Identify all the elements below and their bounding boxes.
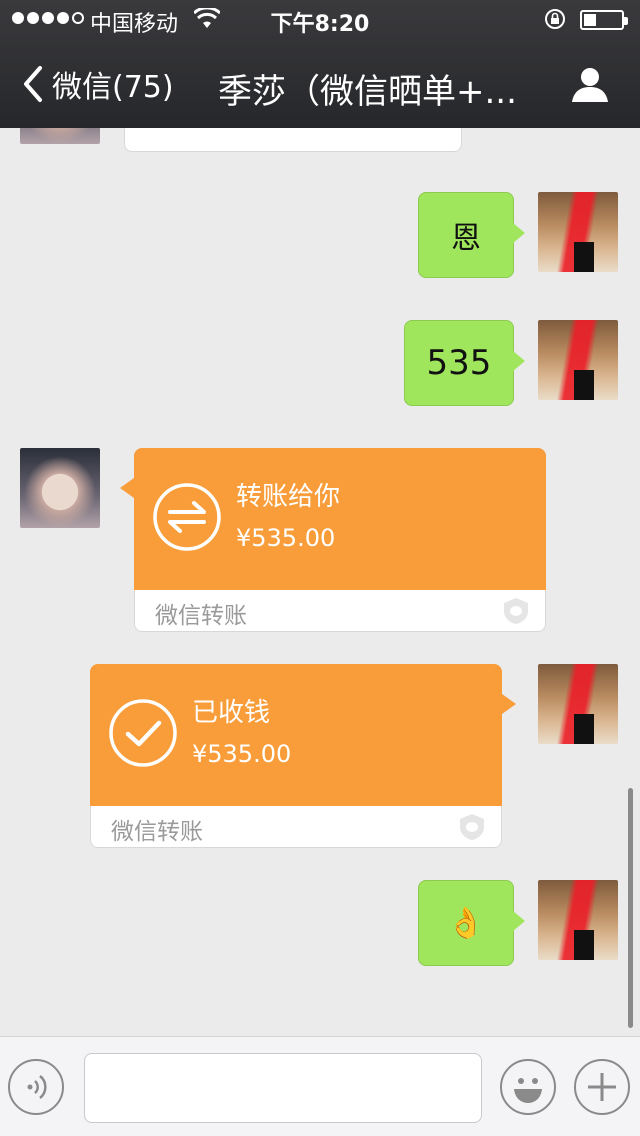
message-text-input[interactable] (84, 1053, 482, 1123)
ok-hand-emoji: 👌 (447, 905, 485, 941)
contact-avatar[interactable] (20, 128, 100, 144)
my-avatar[interactable] (538, 192, 618, 272)
transfer-arrows-icon (153, 483, 221, 551)
rotation-lock-icon (545, 9, 565, 29)
emoji-button[interactable] (500, 1059, 556, 1115)
chat-title: 季莎（微信晒单+... (218, 72, 517, 106)
message-bubble[interactable]: 535 (404, 320, 525, 406)
transfer-footer-label: 微信转账 (155, 603, 247, 629)
previous-message-card[interactable] (124, 128, 462, 152)
bubble-tail (513, 223, 525, 243)
back-button[interactable]: 微信(75) (18, 64, 174, 105)
checkmark-icon (109, 699, 177, 767)
chevron-left-icon (24, 66, 42, 102)
status-bar: 中国移动 下午8:20 (0, 0, 640, 40)
message-input-bar (0, 1036, 640, 1136)
wechat-pay-shield-icon (504, 598, 528, 624)
chat-area[interactable]: 恩 535 转账给你 ¥535.00 微信转账 已收钱 ¥535.00 微信转账… (0, 128, 640, 1036)
transfer-amount: ¥535.00 (236, 524, 336, 552)
chat-scrollbar[interactable] (628, 788, 633, 1028)
message-text: 恩 (451, 221, 481, 256)
top-bar: 中国移动 下午8:20 微信(75) 季莎（微信晒单+... (0, 0, 640, 128)
voice-icon (27, 1075, 47, 1099)
battery-icon (580, 10, 628, 30)
bubble-tail (513, 911, 525, 931)
message-bubble[interactable]: 恩 (418, 192, 525, 278)
contact-avatar[interactable] (20, 448, 100, 528)
navigation-bar: 微信(75) 季莎（微信晒单+... (0, 40, 640, 128)
my-avatar[interactable] (538, 320, 618, 400)
more-options-button[interactable] (574, 1059, 630, 1115)
smiley-icon (514, 1078, 542, 1103)
bubble-tail (120, 478, 134, 498)
transfer-title: 已收钱 (192, 698, 271, 728)
bubble-tail (513, 351, 525, 371)
plus-icon (588, 1073, 616, 1101)
my-avatar[interactable] (538, 880, 618, 960)
message-text: 535 (426, 343, 492, 383)
transfer-title: 转账给你 (236, 482, 341, 512)
voice-input-button[interactable] (8, 1059, 64, 1115)
back-label: 微信(75) (52, 70, 174, 105)
transfer-card-received[interactable]: 转账给你 ¥535.00 微信转账 (120, 448, 546, 632)
transfer-card-footer: 微信转账 (134, 590, 546, 632)
wechat-pay-shield-icon (460, 814, 484, 840)
transfer-card-accepted[interactable]: 已收钱 ¥535.00 微信转账 (90, 664, 516, 848)
contact-profile-icon[interactable] (570, 64, 610, 104)
transfer-footer-label: 微信转账 (111, 819, 203, 845)
transfer-amount: ¥535.00 (192, 740, 292, 768)
my-avatar[interactable] (538, 664, 618, 744)
transfer-card-footer: 微信转账 (90, 806, 502, 848)
bubble-tail (502, 694, 516, 714)
message-bubble[interactable]: 👌 (418, 880, 525, 966)
